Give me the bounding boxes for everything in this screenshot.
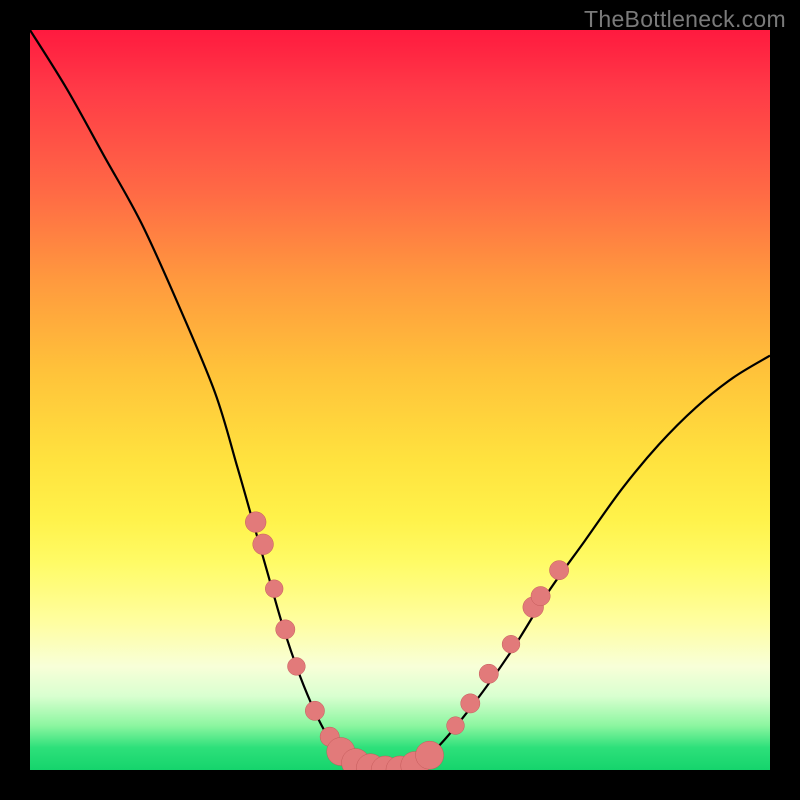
chart-frame: TheBottleneck.com (0, 0, 800, 800)
chart-plot-area (30, 30, 770, 770)
curve-marker (245, 512, 266, 533)
curve-marker (253, 534, 274, 555)
curve-marker (479, 664, 498, 683)
bottleneck-curve (30, 30, 770, 770)
curve-marker (305, 701, 324, 720)
curve-marker (276, 620, 295, 639)
curve-marker (461, 694, 480, 713)
curve-marker (447, 717, 465, 735)
curve-marker (549, 561, 568, 580)
curve-markers (245, 512, 568, 770)
curve-marker (265, 580, 283, 598)
curve-marker (502, 635, 520, 653)
watermark-text: TheBottleneck.com (584, 6, 786, 33)
curve-marker (531, 586, 550, 605)
curve-marker (416, 741, 444, 769)
curve-marker (288, 658, 306, 676)
chart-svg (30, 30, 770, 770)
